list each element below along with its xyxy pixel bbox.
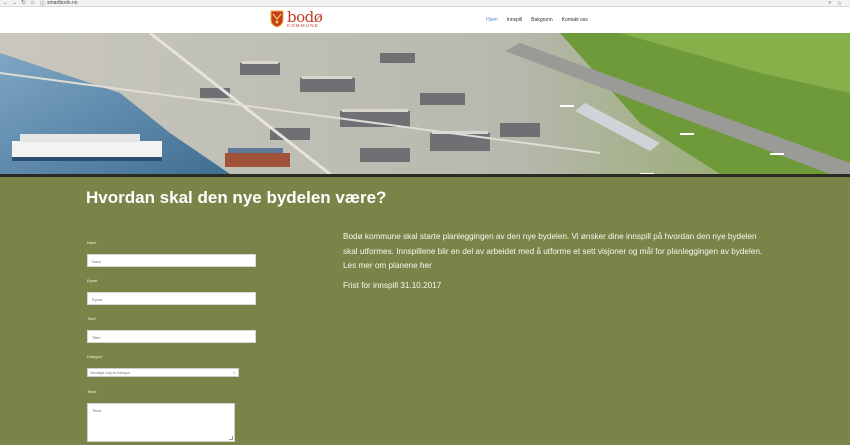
- site-logo[interactable]: bodø KOMMUNE: [270, 10, 323, 29]
- text-textarea-placeholder: Tekst: [92, 408, 102, 413]
- page-title: Hvordan skal den nye bydelen være?: [86, 188, 387, 207]
- category-label: Kategori: [87, 354, 102, 359]
- intro-paragraph: Bodø kommune skal starte planleggingen a…: [343, 230, 763, 274]
- menu-item-kontakt[interactable]: Kontakt oss: [562, 17, 588, 23]
- star-icon[interactable]: ☆: [837, 0, 842, 7]
- read-more-link[interactable]: her: [420, 261, 432, 270]
- search-icon[interactable]: ⌕: [828, 0, 831, 7]
- back-icon[interactable]: ←: [2, 0, 9, 6]
- resize-grip-icon[interactable]: [229, 436, 233, 440]
- menu-item-innspill[interactable]: Innspill: [507, 17, 523, 23]
- category-select-value: Vennligst velg en kategori: [90, 371, 130, 375]
- logo-sub: KOMMUNE: [287, 23, 319, 28]
- shield-icon: [270, 10, 284, 28]
- title-input[interactable]: Tittel: [87, 330, 256, 343]
- text-label: Tekst: [87, 389, 97, 394]
- text-textarea[interactable]: Tekst: [87, 403, 235, 442]
- email-label: Epost: [87, 278, 98, 283]
- name-label: Navn: [87, 240, 97, 245]
- address-bar[interactable]: ⓘ smartbodo.no: [40, 0, 78, 7]
- name-input[interactable]: Navn: [87, 254, 256, 267]
- title-label: Tittel: [87, 316, 96, 321]
- hero-image: [0, 33, 850, 174]
- menu-item-bakgrunn[interactable]: Bakgrunn: [531, 17, 552, 23]
- email-input[interactable]: Epost: [87, 292, 256, 305]
- browser-toolbar: ← → ↻ ⌂ ⓘ smartbodo.no ⌕ ☆: [0, 0, 850, 7]
- reload-icon[interactable]: ↻: [20, 0, 27, 6]
- menu-item-hjem[interactable]: Hjem: [486, 17, 498, 23]
- address-bar-url: smartbodo.no: [47, 0, 78, 6]
- site-header: bodø KOMMUNE Hjem Innspill Bakgrunn Kont…: [0, 7, 850, 33]
- main-menu: Hjem Innspill Bakgrunn Kontakt oss: [486, 17, 588, 23]
- category-select[interactable]: Vennligst velg en kategori ↕: [87, 368, 239, 377]
- chevron-updown-icon: ↕: [233, 370, 235, 375]
- intro-text: Bodø kommune skal starte planleggingen a…: [343, 232, 763, 270]
- info-icon: ⓘ: [40, 0, 46, 7]
- home-icon[interactable]: ⌂: [29, 0, 36, 6]
- forward-icon[interactable]: →: [11, 0, 18, 6]
- deadline-text: Frist for innspill 31.10.2017: [343, 281, 442, 290]
- hero-divider: [0, 174, 850, 177]
